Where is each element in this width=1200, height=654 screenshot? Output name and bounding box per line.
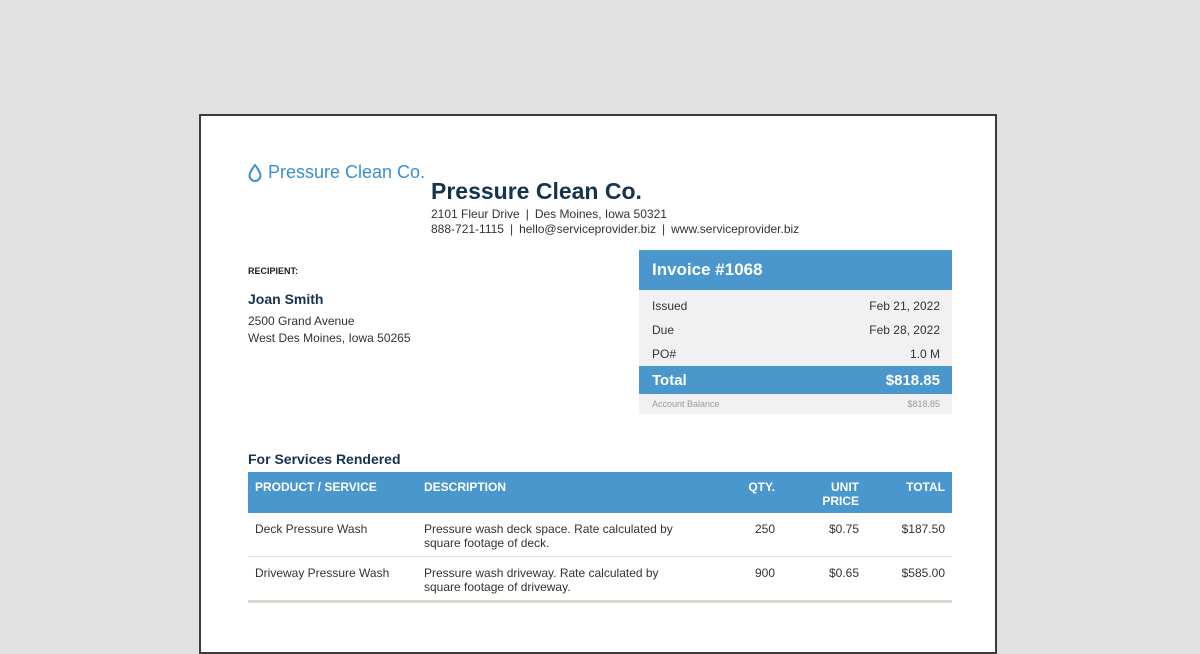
item-description: Pressure wash deck space. Rate calculate…	[417, 513, 716, 557]
company-logo: Pressure Clean Co.	[248, 162, 425, 183]
item-description-line-1: Pressure wash deck space. Rate calculate…	[424, 522, 673, 536]
invoice-row-label: Due	[652, 323, 675, 337]
company-name: Pressure Clean Co.	[431, 178, 642, 204]
company-address-line: 2101 Fleur Drive | Des Moines, Iowa 50321	[431, 207, 667, 221]
invoice-document: Pressure Clean Co. Pressure Clean Co. 21…	[199, 114, 997, 654]
invoice-summary: Invoice #1068 Issued Feb 21, 2022 Due Fe…	[639, 250, 952, 414]
invoice-row-label: Issued	[652, 299, 688, 313]
header-description: DESCRIPTION	[417, 472, 716, 513]
invoice-details: Issued Feb 21, 2022 Due Feb 28, 2022 PO#…	[639, 290, 952, 366]
company-contact-line: 888-721-1115 | hello@serviceprovider.biz | w…	[431, 222, 800, 236]
header-unit-price-line-2: PRICE	[822, 494, 859, 508]
recipient-address-line-1: 2500 Grand Avenue	[248, 314, 355, 328]
item-product: Driveway Pressure Wash	[248, 556, 417, 603]
item-total: $187.50	[866, 513, 952, 557]
company-website[interactable]: www.serviceprovider.biz	[671, 222, 799, 236]
item-description-line-1: Pressure wash driveway. Rate calculated …	[424, 566, 659, 580]
item-product: Deck Pressure Wash	[248, 513, 417, 557]
header-unit-price-line-1: UNIT	[831, 480, 859, 494]
recipient-name: Joan Smith	[248, 291, 324, 307]
water-drop-icon	[248, 163, 262, 182]
invoice-total-value: $818.85	[885, 371, 940, 389]
recipient-address-line-2: West Des Moines, Iowa 50265	[248, 331, 411, 345]
item-unit-price: $0.65	[782, 556, 866, 603]
company-street: 2101 Fleur Drive	[431, 207, 520, 221]
company-city: Des Moines, Iowa 50321	[534, 207, 667, 221]
item-description-line-2: square footage of deck.	[424, 536, 550, 550]
header-total: TOTAL	[866, 472, 952, 513]
invoice-total-label: Total	[652, 371, 687, 389]
invoice-row-value: Feb 21, 2022	[869, 299, 940, 313]
header-product: PRODUCT / SERVICE	[248, 472, 417, 513]
table-row: Driveway Pressure Wash Pressure wash dri…	[248, 556, 952, 603]
invoice-total-row: Total $818.85	[639, 366, 952, 394]
services-table: PRODUCT / SERVICE DESCRIPTION QTY. UNIT …	[248, 472, 952, 603]
account-balance-label: Account Balance	[652, 399, 720, 409]
header-qty: QTY.	[716, 472, 782, 513]
item-qty: 900	[716, 556, 782, 603]
table-row: Deck Pressure Wash Pressure wash deck sp…	[248, 513, 952, 557]
logo-text: Pressure Clean Co.	[268, 162, 426, 182]
table-header-row: PRODUCT / SERVICE DESCRIPTION QTY. UNIT …	[248, 472, 952, 513]
invoice-title: Invoice #1068	[639, 250, 952, 290]
invoice-row-label: PO#	[652, 347, 677, 361]
invoice-row-value: Feb 28, 2022	[869, 323, 940, 337]
item-qty: 250	[716, 513, 782, 557]
invoice-row-value: 1.0 M	[909, 347, 940, 361]
company-phone: 888-721-1115	[431, 222, 504, 236]
item-description: Pressure wash driveway. Rate calculated …	[417, 556, 716, 603]
item-total: $585.00	[866, 556, 952, 603]
invoice-row-issued: Issued Feb 21, 2022	[639, 294, 952, 318]
header-unit-price: UNIT PRICE	[782, 472, 866, 513]
invoice-row-po: PO# 1.0 M	[639, 342, 952, 366]
account-balance-value: $818.85	[907, 399, 940, 409]
item-unit-price: $0.75	[782, 513, 866, 557]
invoice-row-due: Due Feb 28, 2022	[639, 318, 952, 342]
company-email[interactable]: hello@serviceprovider.biz	[519, 222, 656, 236]
account-balance-row: Account Balance $818.85	[639, 394, 952, 414]
services-title: For Services Rendered	[248, 451, 401, 467]
item-description-line-2: square footage of driveway.	[424, 580, 571, 594]
recipient-label: RECIPIENT:	[248, 266, 299, 276]
